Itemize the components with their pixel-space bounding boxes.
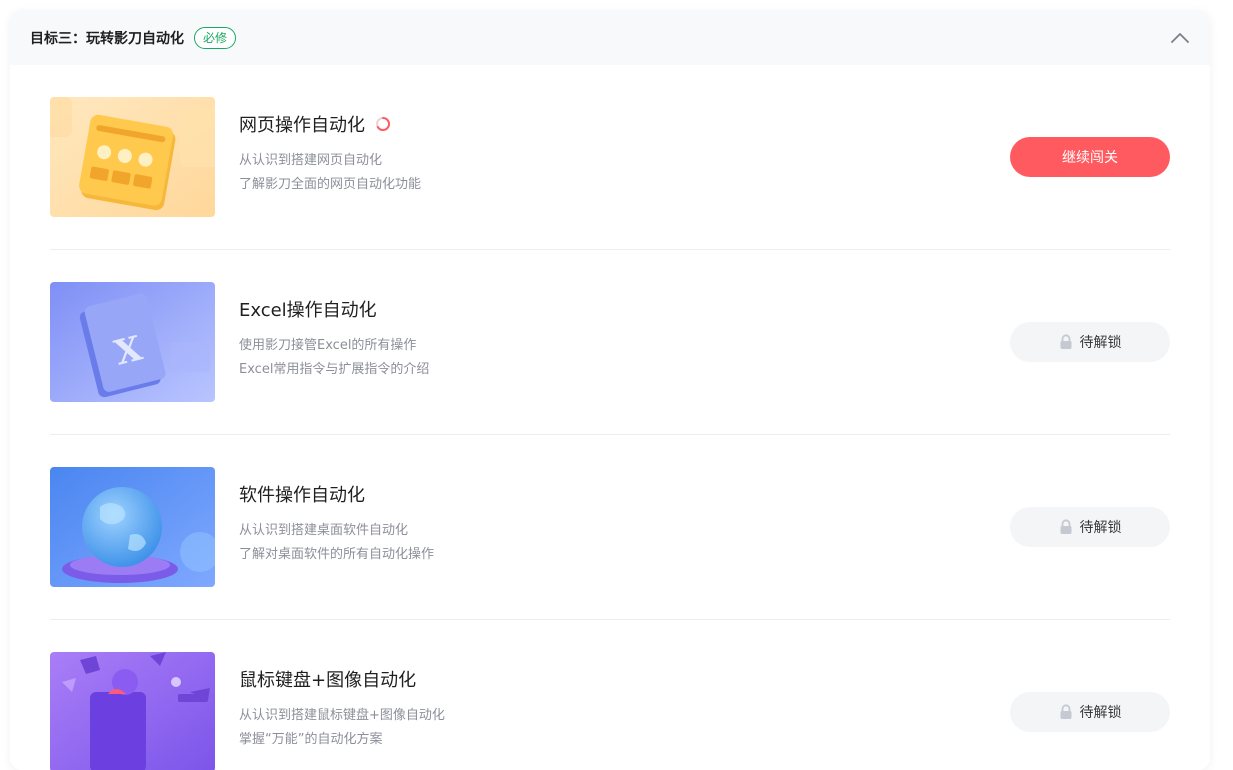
locked-label: 待解锁 xyxy=(1079,335,1122,351)
course-thumbnail xyxy=(50,97,215,217)
divider xyxy=(50,434,1170,435)
course-item-software[interactable]: 软件操作自动化 从认识到搭建桌面软件自动化 了解对桌面软件的所有自动化操作 待解… xyxy=(50,467,1170,587)
course-item-excel[interactable]: X Excel操作自动化 使用影刀接管Excel的所有操作 Excel常用指令与… xyxy=(50,282,1170,402)
locked-label: 待解锁 xyxy=(1079,520,1122,536)
course-desc-line2: 了解对桌面软件的所有自动化操作 xyxy=(239,547,435,562)
course-thumbnail xyxy=(50,652,215,770)
course-info: 鼠标键盘+图像自动化 从认识到搭建鼠标键盘+图像自动化 掌握“万能”的自动化方案 xyxy=(239,666,445,752)
course-title: 软件操作自动化 xyxy=(239,485,365,506)
continue-button[interactable]: 继续闯关 xyxy=(1010,137,1170,177)
course-desc-line1: 使用影刀接管Excel的所有操作 xyxy=(239,338,417,353)
locked-button[interactable]: 待解锁 xyxy=(1010,322,1170,362)
divider xyxy=(50,249,1170,250)
course-desc-line2: 掌握“万能”的自动化方案 xyxy=(239,732,383,747)
lock-icon xyxy=(1060,334,1071,349)
lock-icon xyxy=(1060,519,1071,534)
course-item-mouse-keyboard[interactable]: 鼠标键盘+图像自动化 从认识到搭建鼠标键盘+图像自动化 掌握“万能”的自动化方案… xyxy=(50,652,1170,770)
chevron-up-icon[interactable] xyxy=(1170,28,1190,48)
course-desc-line1: 从认识到搭建鼠标键盘+图像自动化 xyxy=(239,708,445,723)
locked-button[interactable]: 待解锁 xyxy=(1010,692,1170,732)
locked-button[interactable]: 待解锁 xyxy=(1010,507,1170,547)
course-info: 软件操作自动化 从认识到搭建桌面软件自动化 了解对桌面软件的所有自动化操作 xyxy=(239,481,434,567)
course-desc-line2: 了解影刀全面的网页自动化功能 xyxy=(239,177,422,192)
divider xyxy=(50,619,1170,620)
course-desc-line2: Excel常用指令与扩展指令的介绍 xyxy=(239,362,430,377)
course-title: 鼠标键盘+图像自动化 xyxy=(239,670,417,691)
course-section-panel: 目标三：玩转影刀自动化 必修 网页操作自动化 从认识到搭建网页自动化 了解影刀全… xyxy=(10,10,1210,770)
course-item-web[interactable]: 网页操作自动化 从认识到搭建网页自动化 了解影刀全面的网页自动化功能 继续闯关 xyxy=(50,97,1170,217)
required-badge: 必修 xyxy=(194,26,237,49)
section-header[interactable]: 目标三：玩转影刀自动化 必修 xyxy=(10,10,1210,65)
course-thumbnail: X xyxy=(50,282,215,402)
course-title: 网页操作自动化 xyxy=(239,115,365,136)
loading-spinner-icon xyxy=(376,117,390,131)
section-title: 目标三：玩转影刀自动化 xyxy=(30,30,184,47)
course-thumbnail xyxy=(50,467,215,587)
course-info: Excel操作自动化 使用影刀接管Excel的所有操作 Excel常用指令与扩展… xyxy=(239,296,429,382)
course-info: 网页操作自动化 从认识到搭建网页自动化 了解影刀全面的网页自动化功能 xyxy=(239,111,421,197)
course-desc-line1: 从认识到搭建网页自动化 xyxy=(239,153,383,168)
course-desc-line1: 从认识到搭建桌面软件自动化 xyxy=(239,523,409,538)
course-title: Excel操作自动化 xyxy=(239,300,377,321)
lock-icon xyxy=(1060,704,1071,719)
locked-label: 待解锁 xyxy=(1079,705,1122,721)
